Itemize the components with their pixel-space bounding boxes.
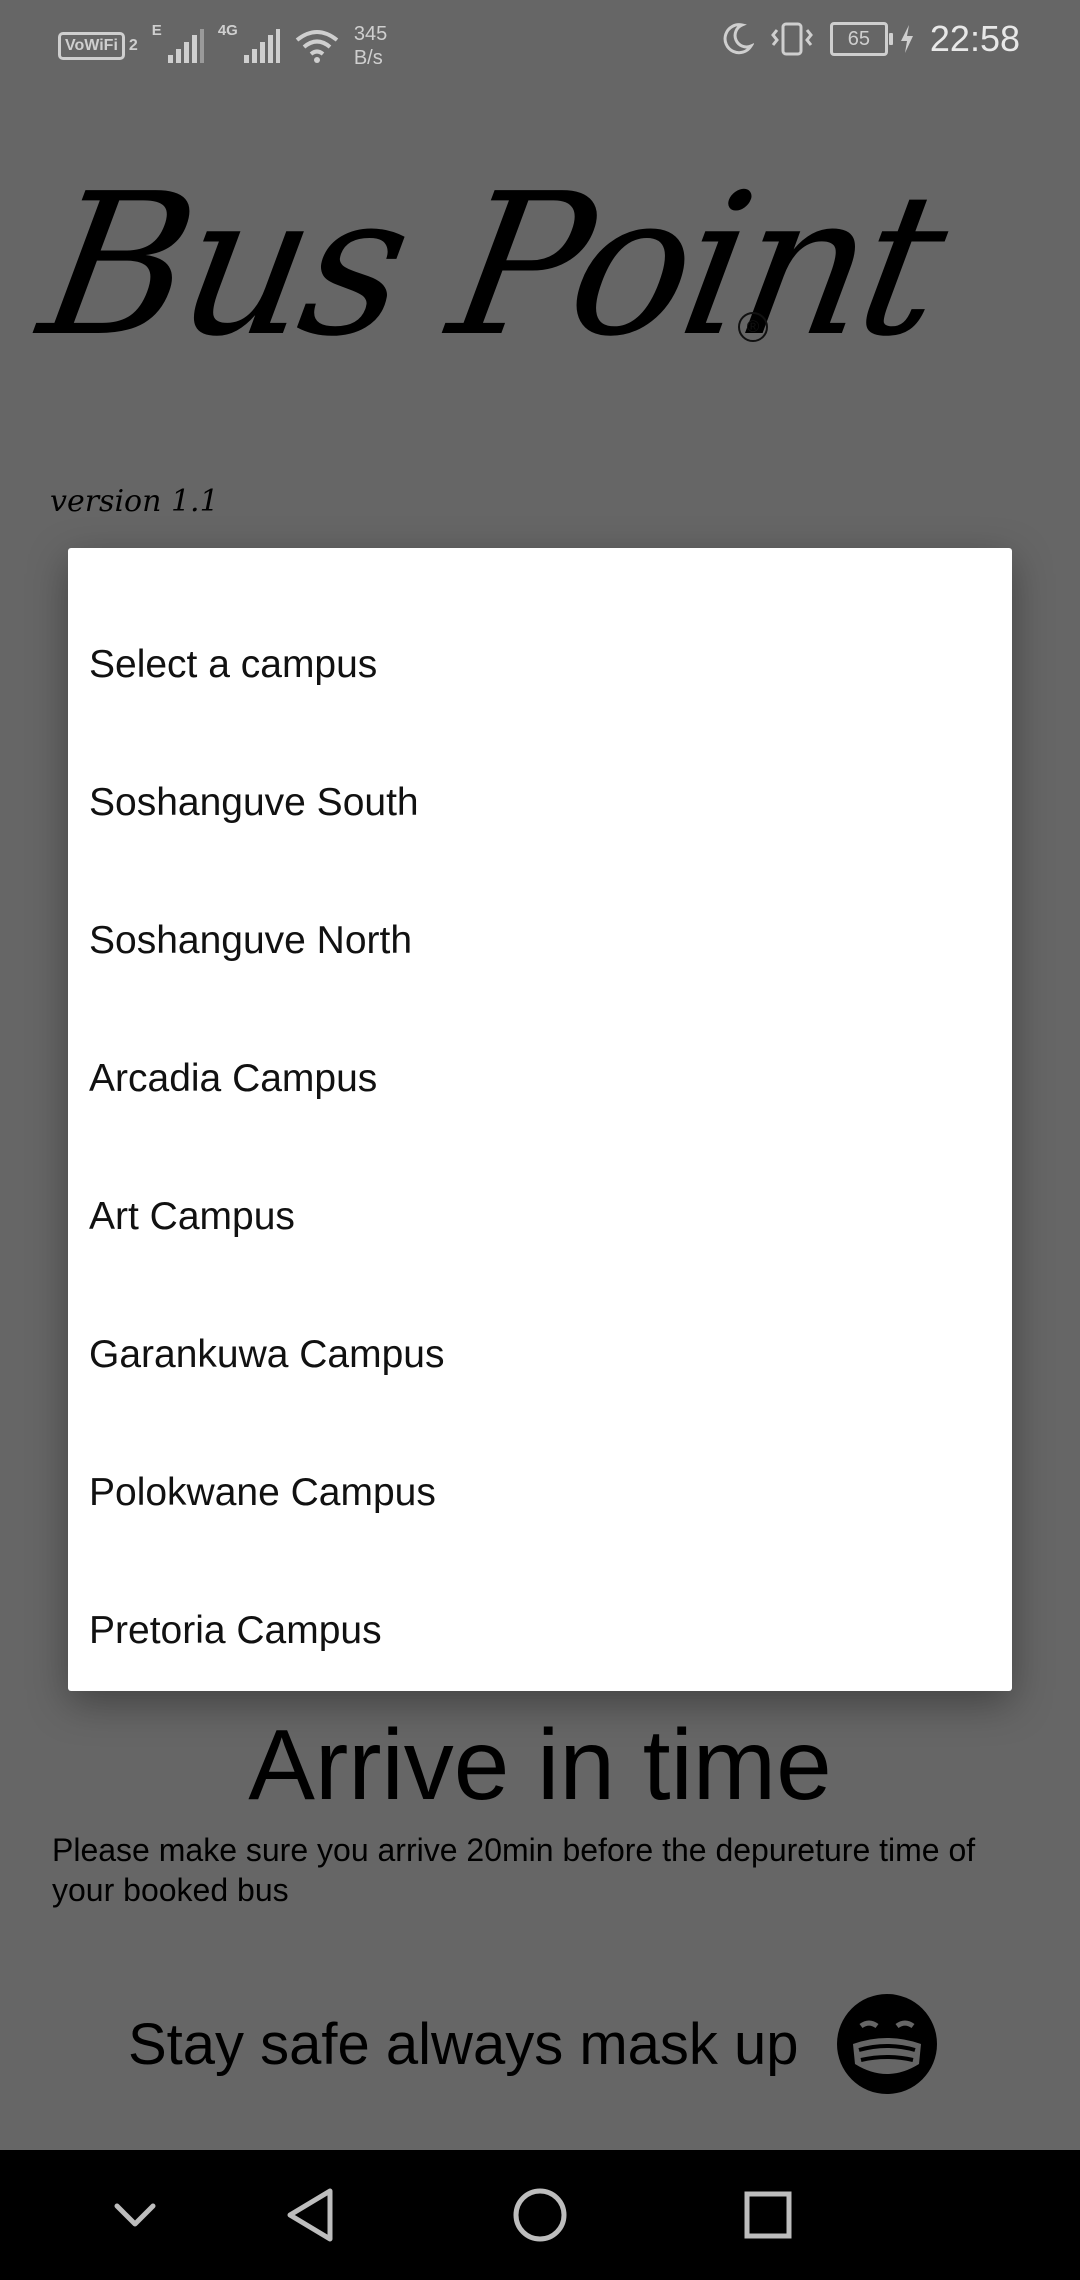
campus-option-soshanguve-south[interactable]: Soshanguve South [68, 734, 1012, 872]
status-right: 65 22:58 [720, 18, 1020, 60]
charging-icon [900, 25, 913, 53]
registered-mark: ® [738, 312, 768, 342]
campus-option-polokwane[interactable]: Polokwane Campus [68, 1424, 1012, 1562]
wifi-icon [295, 30, 339, 63]
recents-square-icon [744, 2191, 792, 2239]
option-label: Arcadia Campus [89, 1057, 378, 1100]
option-label: Pretoria Campus [89, 1609, 382, 1652]
recents-button[interactable] [733, 2180, 803, 2250]
status-left: VoWiFi 2 E 4G 345 B/s [58, 22, 387, 70]
vowifi-badge: VoWiFi [58, 32, 125, 60]
arrival-note: Please make sure you arrive 20min before… [52, 1832, 976, 1908]
option-label: Polokwane Campus [89, 1471, 436, 1514]
network-e-label: E [151, 22, 162, 39]
moon-icon [723, 23, 754, 55]
sim-index: 2 [128, 37, 138, 54]
system-nav-bar [0, 2150, 1080, 2280]
option-label: Garankuwa Campus [89, 1333, 445, 1376]
option-label: Art Campus [89, 1195, 295, 1238]
signal-icon-2 [243, 29, 280, 63]
vibrate-icon [770, 22, 813, 56]
option-label: Select a campus [89, 643, 378, 686]
hide-nav-button[interactable] [100, 2180, 170, 2250]
network-speed: 345 B/s [354, 22, 387, 70]
campus-picker-dialog: Select a campus Soshanguve South Soshang… [68, 548, 1012, 1691]
home-circle-icon [513, 2188, 567, 2242]
option-label: Soshanguve South [89, 781, 419, 824]
mask-face-icon [836, 1994, 937, 2094]
back-triangle-icon [287, 2188, 333, 2242]
signal-icon [167, 29, 204, 63]
clock: 22:58 [929, 18, 1020, 59]
safety-text: Stay safe always mask up [128, 2011, 799, 2077]
back-button[interactable] [275, 2180, 345, 2250]
network-4g-label: 4G [217, 22, 238, 39]
speed-unit: B/s [353, 47, 383, 69]
app-logo: Bus Point [27, 152, 957, 380]
campus-option-pretoria[interactable]: Pretoria Campus [68, 1562, 1012, 1700]
campus-option-garankuwa[interactable]: Garankuwa Campus [68, 1286, 1012, 1424]
battery-icon: 65 [829, 22, 893, 56]
campus-option-arcadia[interactable]: Arcadia Campus [68, 1010, 1012, 1148]
campus-list: Select a campus Soshanguve South Soshang… [68, 548, 1012, 1700]
option-label: Soshanguve North [89, 919, 413, 962]
version-label: version 1.1 [50, 484, 219, 519]
arrive-heading: Arrive in time [248, 1709, 832, 1821]
campus-option-soshanguve-north[interactable]: Soshanguve North [68, 872, 1012, 1010]
home-button[interactable] [505, 2180, 575, 2250]
campus-option-art[interactable]: Art Campus [68, 1148, 1012, 1286]
safety-banner: Stay safe always mask up [128, 1992, 939, 2096]
speed-value: 345 [353, 23, 388, 45]
campus-option-placeholder[interactable]: Select a campus [68, 596, 1012, 734]
chevron-down-icon [114, 2203, 156, 2227]
battery-level: 65 [847, 27, 871, 50]
status-bar: VoWiFi 2 E 4G 345 B/s 65 22:58 [0, 0, 1080, 92]
